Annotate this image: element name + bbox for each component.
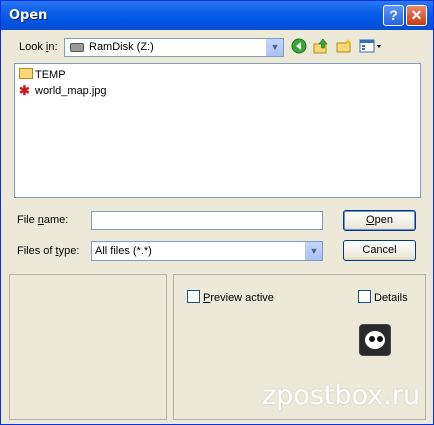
drive-icon (70, 43, 84, 52)
details-checkbox[interactable]: Details (358, 290, 408, 304)
filename-label: File name: (17, 214, 69, 226)
open-dialog: Open ? ✕ Look in: RamDisk (Z:) ▼ TEMP ✱ w… (0, 0, 434, 425)
lookin-value: RamDisk (Z:) (89, 41, 154, 53)
close-button[interactable]: ✕ (406, 5, 427, 26)
help-button[interactable]: ? (383, 5, 404, 26)
filetype-dropdown[interactable]: All files (*.*) ▼ (91, 241, 323, 261)
list-item[interactable]: ✱ world_map.jpg (19, 83, 107, 99)
watermark-text: zpostbox.ru (262, 380, 421, 411)
image-file-icon: ✱ (19, 83, 30, 98)
lookin-dropdown[interactable]: RamDisk (Z:) ▼ (64, 38, 284, 57)
open-button[interactable]: Open (343, 210, 416, 231)
list-item[interactable]: TEMP (19, 67, 66, 83)
filetype-value: All files (*.*) (95, 245, 152, 257)
back-icon[interactable] (290, 38, 308, 56)
checkbox-box[interactable] (187, 290, 200, 303)
up-folder-icon[interactable] (312, 38, 330, 56)
panda-logo-icon (359, 324, 391, 356)
preview-active-checkbox[interactable]: Preview active (187, 290, 274, 304)
chevron-down-icon[interactable]: ▼ (266, 39, 283, 56)
chevron-down-icon[interactable]: ▼ (305, 242, 322, 260)
new-folder-icon[interactable] (335, 38, 353, 56)
left-info-panel (9, 274, 167, 420)
window-title: Open (9, 8, 48, 23)
filename-input[interactable] (91, 211, 323, 230)
title-bar[interactable]: Open ? ✕ (1, 1, 433, 30)
views-menu-icon[interactable] (359, 38, 383, 56)
checkbox-box[interactable] (358, 290, 371, 303)
lookin-label: Look in: (19, 41, 58, 53)
folder-icon (19, 68, 33, 79)
filetype-label: Files of type: (17, 245, 80, 257)
file-list[interactable]: TEMP ✱ world_map.jpg (14, 63, 421, 198)
cancel-button[interactable]: Cancel (343, 240, 416, 261)
